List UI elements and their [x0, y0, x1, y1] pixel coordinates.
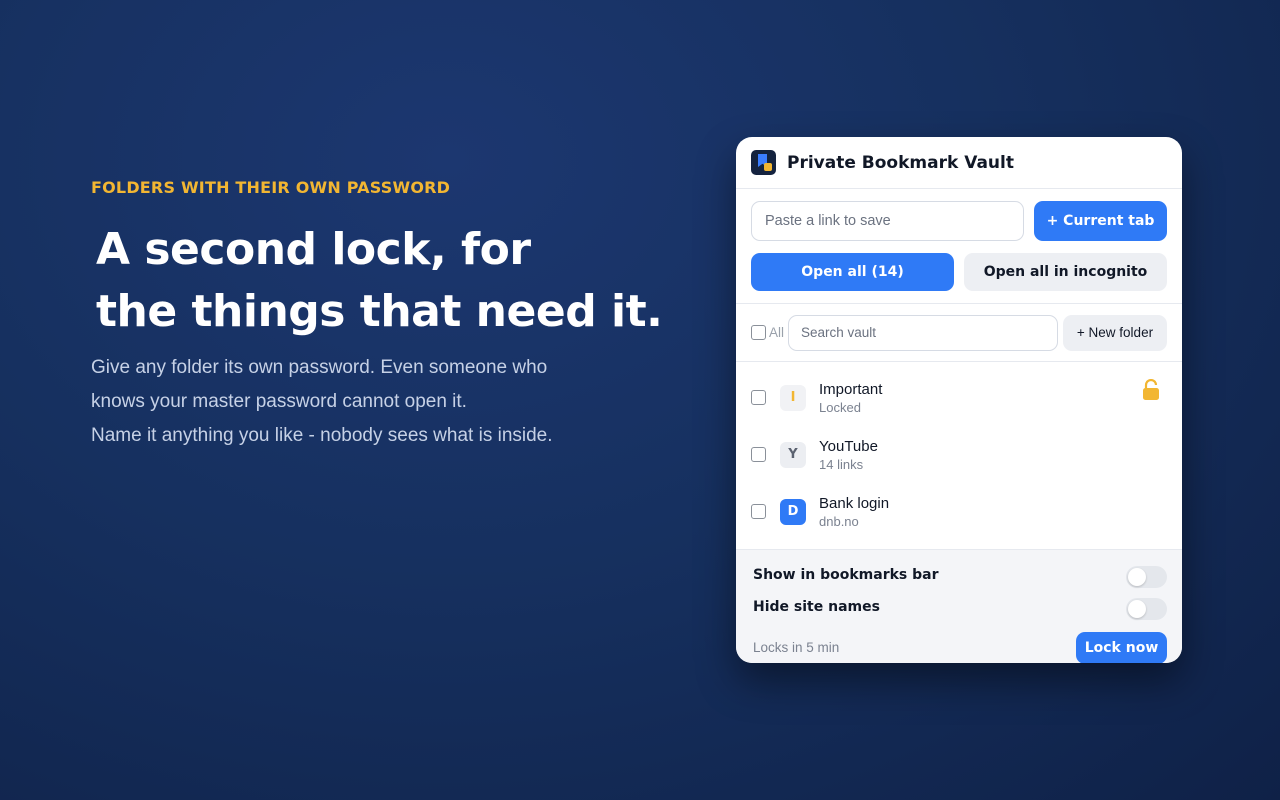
headline-line-2: the things that need it.: [96, 286, 663, 337]
item-name: YouTube: [819, 437, 878, 455]
show-bookmarks-bar-toggle[interactable]: [1126, 566, 1167, 588]
lock-now-button[interactable]: Lock now: [1076, 632, 1167, 663]
extension-popup: Private Bookmark Vault + Current tab Ope…: [736, 137, 1182, 663]
item-status: Locked: [819, 399, 861, 415]
select-all-checkbox[interactable]: [751, 325, 766, 340]
app-title: Private Bookmark Vault: [787, 152, 1014, 173]
item-checkbox[interactable]: [751, 504, 766, 519]
item-name: Bank login: [819, 494, 890, 512]
open-all-row: Open all (14) Open all in incognito: [736, 241, 1182, 291]
open-all-button[interactable]: Open all (14): [751, 253, 954, 291]
list-item-bank-login[interactable]: D Bank login dnb.no: [736, 483, 1182, 540]
paste-link-input[interactable]: [751, 201, 1024, 241]
item-checkbox[interactable]: [751, 390, 766, 405]
settings-footer: Show in bookmarks bar Hide site names Lo…: [736, 549, 1182, 663]
eyebrow-label: FOLDERS WITH THEIR OWN PASSWORD: [91, 178, 451, 197]
search-vault-input[interactable]: [788, 314, 1058, 351]
popup-header: Private Bookmark Vault: [736, 137, 1182, 189]
vault-list: I Important Locked Y YouTube 14 links D …: [736, 362, 1182, 540]
search-row: All + New folder: [736, 304, 1182, 351]
headline: A second lock, for the things that need …: [96, 219, 691, 343]
hide-site-names-label: Hide site names: [753, 599, 880, 615]
item-count: 14 links: [819, 456, 864, 472]
list-item-youtube[interactable]: Y YouTube 14 links: [736, 426, 1182, 483]
list-item-important[interactable]: I Important Locked: [736, 369, 1182, 426]
description-line-1: Give any folder its own password. Even s…: [91, 357, 548, 378]
site-avatar: D: [780, 498, 806, 525]
folder-avatar: Y: [780, 441, 806, 468]
new-folder-button[interactable]: + New folder: [1063, 314, 1167, 351]
vault-logo-icon: [751, 150, 776, 175]
hero-section: FOLDERS WITH THEIR OWN PASSWORD A second…: [91, 178, 691, 453]
save-link-row: + Current tab: [736, 189, 1182, 241]
description: Give any folder its own password. Even s…: [91, 351, 691, 453]
padlock-icon[interactable]: [1142, 379, 1160, 401]
hide-site-names-toggle[interactable]: [1126, 598, 1167, 620]
item-checkbox[interactable]: [751, 447, 766, 462]
save-current-tab-button[interactable]: + Current tab: [1034, 201, 1167, 241]
item-name: Important: [819, 380, 883, 398]
show-bookmarks-bar-label: Show in bookmarks bar: [753, 567, 939, 583]
auto-lock-timer: Locks in 5 min: [753, 640, 840, 655]
description-line-3: Name it anything you like - nobody sees …: [91, 425, 553, 446]
headline-line-1: A second lock, for: [96, 224, 531, 275]
description-line-2: knows your master password cannot open i…: [91, 391, 467, 412]
item-domain: dnb.no: [819, 513, 859, 529]
folder-avatar: I: [780, 384, 806, 411]
open-all-incognito-button[interactable]: Open all in incognito: [964, 253, 1167, 291]
select-all-label: All: [769, 325, 785, 340]
